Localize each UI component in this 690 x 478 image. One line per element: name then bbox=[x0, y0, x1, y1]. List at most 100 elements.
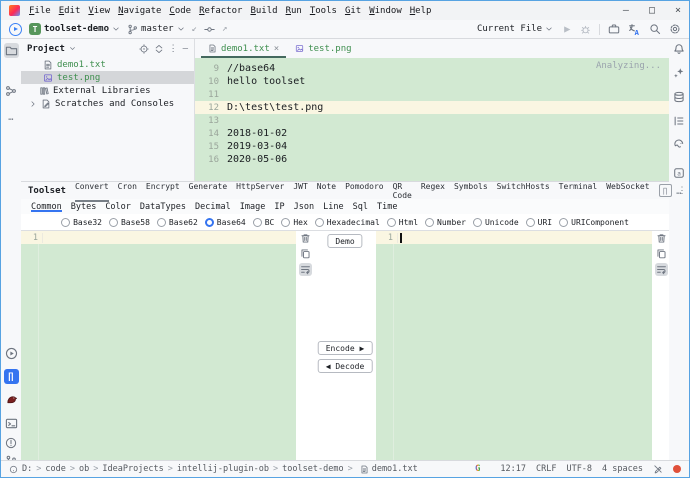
toolset-tab[interactable]: Note bbox=[317, 180, 336, 202]
toolset-tab[interactable]: JWT bbox=[293, 180, 307, 202]
encoding-radio-option[interactable]: Base62 bbox=[157, 218, 198, 227]
encoding-radio-option[interactable]: Base32 bbox=[61, 218, 102, 227]
close-button[interactable]: × bbox=[675, 6, 681, 16]
status-widget[interactable]: CRLF bbox=[536, 464, 556, 474]
encoding-radio-option[interactable]: Base58 bbox=[109, 218, 150, 227]
toolset-tab[interactable]: HttpServer bbox=[236, 180, 284, 202]
editor-line[interactable]: 12 D:\test\test.png bbox=[195, 101, 669, 114]
soft-wrap-icon[interactable] bbox=[655, 263, 668, 276]
soft-wrap-icon[interactable] bbox=[299, 263, 312, 276]
vcs-commit-icon[interactable] bbox=[204, 24, 215, 35]
encoding-radio-option[interactable]: Base64 bbox=[205, 218, 246, 227]
documentation-tool-button[interactable]: a bbox=[669, 167, 689, 179]
services-toolbox-icon[interactable] bbox=[608, 23, 620, 35]
input-pane-body[interactable] bbox=[21, 244, 296, 460]
menu-item[interactable]: Tools bbox=[310, 6, 337, 16]
menu-item[interactable]: Run bbox=[286, 6, 302, 16]
problems-tool-button[interactable] bbox=[1, 437, 21, 449]
breadcrumb-item[interactable]: toolset-demo bbox=[269, 464, 344, 474]
status-widget[interactable]: UTF-8 bbox=[566, 464, 592, 474]
editor-body[interactable]: Analyzing... 9 //base64 10 hello toolset… bbox=[195, 58, 669, 181]
breadcrumb-item[interactable]: code bbox=[32, 464, 66, 474]
convert-subtab[interactable]: Decimal bbox=[195, 202, 231, 212]
grazie-g-icon[interactable]: G bbox=[475, 464, 480, 474]
menu-item[interactable]: Window bbox=[369, 6, 402, 16]
debug-button[interactable] bbox=[580, 24, 591, 35]
toolset-tab[interactable]: Terminal bbox=[559, 180, 598, 202]
more-options-icon[interactable]: ⋮ bbox=[678, 186, 687, 196]
tab-test-png[interactable]: test.png bbox=[288, 39, 358, 58]
maximize-button[interactable]: □ bbox=[649, 6, 655, 16]
menu-item[interactable]: File bbox=[29, 6, 51, 16]
vcs-push-icon[interactable]: ↗ bbox=[222, 24, 227, 34]
convert-subtab[interactable]: Bytes bbox=[71, 202, 97, 212]
menu-item[interactable]: Code bbox=[169, 6, 191, 16]
clear-trash-icon[interactable] bbox=[300, 233, 311, 244]
vcs-update-icon[interactable]: ↙ bbox=[192, 24, 197, 34]
tab-demo1-txt[interactable]: demo1.txt × bbox=[201, 39, 286, 58]
branch-selector[interactable]: master bbox=[127, 24, 185, 35]
toolset-tab[interactable]: Convert bbox=[75, 180, 109, 202]
toolset-tab[interactable]: Generate bbox=[189, 180, 228, 202]
commit-tool-button[interactable] bbox=[1, 85, 21, 97]
output-pane[interactable]: 1 bbox=[376, 231, 652, 460]
run-configuration-selector[interactable]: Current File bbox=[477, 24, 553, 34]
tree-item-test-png[interactable]: test.png bbox=[21, 71, 194, 84]
editor-line[interactable]: 16 2020-05-06 bbox=[195, 153, 669, 166]
collapse-all-icon[interactable] bbox=[154, 44, 164, 54]
chevron-down-icon[interactable] bbox=[69, 45, 76, 52]
menu-item[interactable]: Build bbox=[250, 6, 277, 16]
convert-subtab[interactable]: Common bbox=[31, 202, 62, 212]
plugin-tool-button[interactable] bbox=[1, 393, 21, 406]
minimize-button[interactable]: – bbox=[623, 6, 629, 16]
readonly-toggle-icon[interactable] bbox=[653, 464, 663, 474]
copy-icon[interactable] bbox=[656, 248, 667, 259]
tree-item-external-libraries[interactable]: External Libraries bbox=[21, 84, 194, 97]
ide-run-widget-icon[interactable] bbox=[9, 23, 22, 36]
convert-subtab[interactable]: Json bbox=[294, 202, 314, 212]
close-tab-icon[interactable]: × bbox=[274, 44, 279, 54]
tree-item-demo1-txt[interactable]: demo1.txt bbox=[21, 58, 194, 71]
toolset-tab[interactable]: Pomodoro bbox=[345, 180, 384, 202]
clear-trash-icon[interactable] bbox=[656, 233, 667, 244]
chevron-right-icon[interactable] bbox=[29, 100, 37, 108]
output-pane-body[interactable] bbox=[376, 244, 652, 460]
structure-tool-button[interactable] bbox=[669, 115, 689, 127]
breadcrumb-item[interactable]: D: bbox=[22, 464, 32, 474]
encoding-radio-option[interactable]: Number bbox=[425, 218, 466, 227]
convert-subtab[interactable]: Color bbox=[105, 202, 131, 212]
toolset-tab[interactable]: Regex bbox=[421, 180, 445, 202]
toolset-tab[interactable]: Cron bbox=[118, 180, 137, 202]
more-options-icon[interactable]: ⋮ bbox=[169, 44, 178, 54]
breadcrumb-item[interactable]: ob bbox=[66, 464, 89, 474]
editor-line[interactable]: 13 bbox=[195, 114, 669, 127]
breadcrumb-item[interactable]: intellij-plugin-ob bbox=[164, 464, 269, 474]
toolset-tab[interactable]: WebSocket bbox=[606, 180, 649, 202]
menu-item[interactable]: Edit bbox=[59, 6, 81, 16]
breadcrumb-file[interactable]: demo1.txt bbox=[344, 464, 418, 474]
gradle-tool-button[interactable] bbox=[669, 139, 689, 151]
menu-item[interactable]: Help bbox=[410, 6, 432, 16]
status-widget[interactable]: 12:17 bbox=[500, 464, 526, 474]
terminal-tool-button[interactable] bbox=[1, 417, 21, 430]
menu-item[interactable]: Git bbox=[345, 6, 361, 16]
hide-panel-icon[interactable]: — bbox=[183, 44, 188, 54]
copy-icon[interactable] bbox=[300, 248, 311, 259]
run-button[interactable] bbox=[561, 24, 572, 35]
toolset-tab[interactable]: Symbols bbox=[454, 180, 488, 202]
toolset-mini-icon[interactable]: ∏ bbox=[659, 184, 672, 197]
toolset-tab[interactable]: Encrypt bbox=[146, 180, 180, 202]
decode-button[interactable]: ◀ Decode bbox=[318, 359, 373, 373]
menu-item[interactable]: Navigate bbox=[118, 6, 161, 16]
editor-line[interactable]: 14 2018-01-02 bbox=[195, 127, 669, 140]
convert-subtab[interactable]: Line bbox=[323, 202, 343, 212]
more-tool-windows-button[interactable]: ⋯ bbox=[1, 115, 21, 125]
encoding-radio-option[interactable]: BC bbox=[253, 218, 275, 227]
convert-subtab[interactable]: Image bbox=[240, 202, 266, 212]
breadcrumb-item[interactable]: IdeaProjects bbox=[89, 464, 164, 474]
encoding-radio-option[interactable]: URI bbox=[526, 218, 552, 227]
notifications-button[interactable] bbox=[669, 43, 689, 55]
convert-subtab[interactable]: Sql bbox=[353, 202, 368, 212]
convert-subtab[interactable]: Time bbox=[377, 202, 397, 212]
encoding-radio-option[interactable]: Hex bbox=[281, 218, 307, 227]
